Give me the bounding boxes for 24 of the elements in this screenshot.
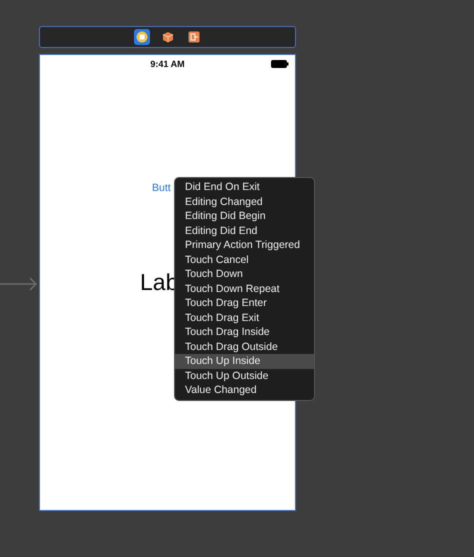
entry-arrow-icon [0,277,38,291]
menu-item[interactable]: Touch Drag Exit [175,310,314,325]
cube-icon [162,31,174,43]
menu-item[interactable]: Touch Cancel [175,252,314,267]
menu-item[interactable]: Value Changed [175,383,314,398]
status-time: 9:41 AM [150,59,185,69]
menu-item[interactable]: Touch Drag Inside [175,325,314,340]
dock-item[interactable] [134,29,150,45]
menu-item[interactable]: Touch Drag Enter [175,296,314,310]
menu-item[interactable]: Touch Up Outside [175,368,314,383]
menu-item[interactable]: Did End On Exit [175,180,314,194]
menu-item[interactable]: Touch Down Repeat [175,282,314,296]
menu-item[interactable]: Editing Did End [175,224,314,238]
exit-icon [188,31,200,43]
menu-item[interactable]: Primary Action Triggered [175,238,314,252]
dock-item[interactable] [186,29,202,45]
menu-item[interactable]: Touch Up Inside [175,354,314,368]
menu-item[interactable]: Editing Changed [175,194,314,209]
menu-item[interactable]: Touch Drag Outside [175,340,314,354]
button-label[interactable]: Butt [152,182,171,194]
menu-item[interactable]: Editing Did Begin [175,209,314,224]
battery-icon [271,60,289,68]
menu-item[interactable]: Touch Down [175,267,314,282]
view-controller-icon [136,31,148,43]
